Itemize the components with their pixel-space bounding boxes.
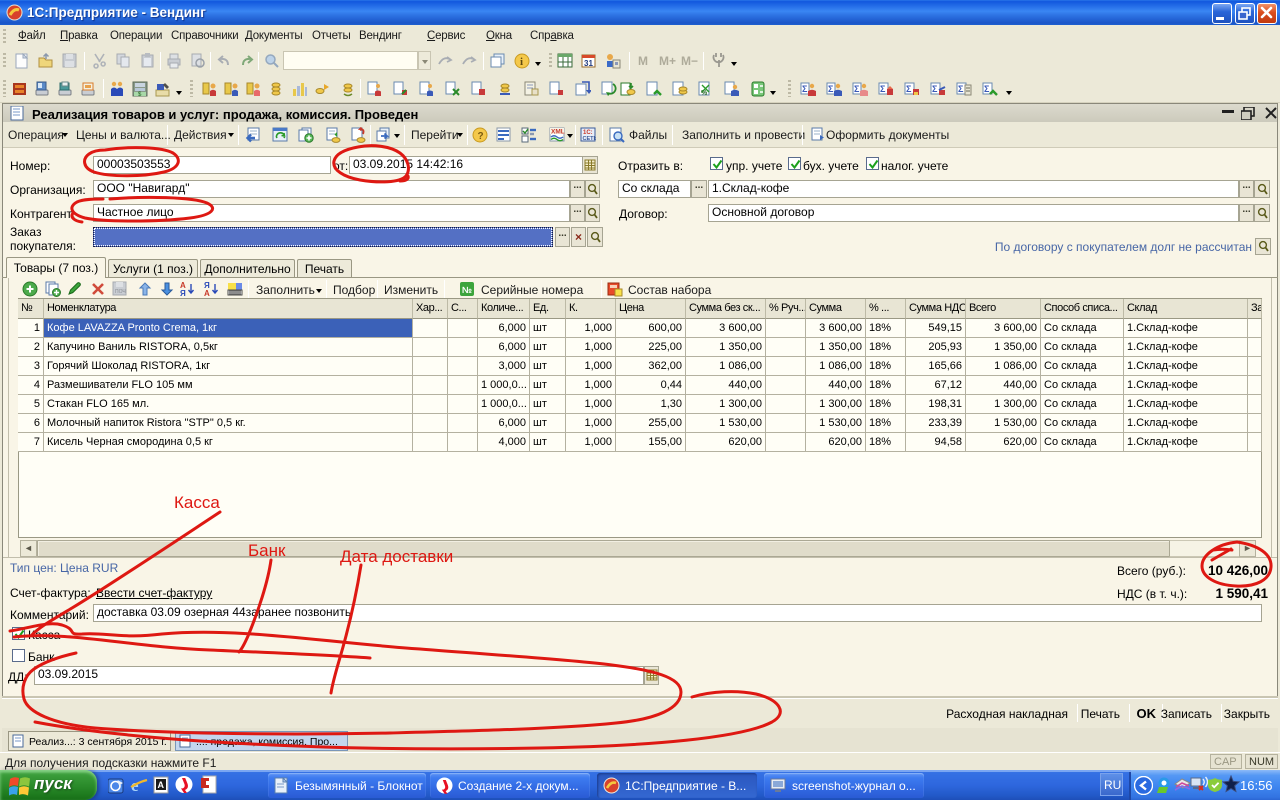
svg-text:Банк: Банк xyxy=(248,541,286,560)
svg-text:Касса: Касса xyxy=(174,493,220,512)
svg-text:Дата доставки: Дата доставки xyxy=(340,547,453,566)
